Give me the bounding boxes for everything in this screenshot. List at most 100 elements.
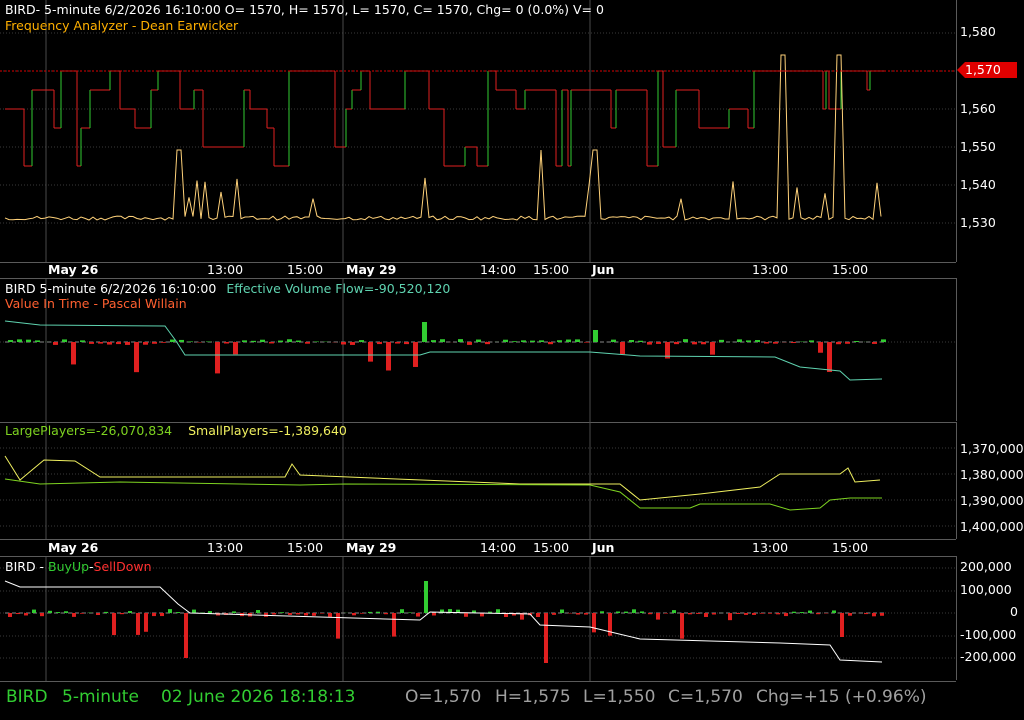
- buyup-selldown-bar: [664, 613, 668, 614]
- buyup-selldown-bar: [352, 613, 356, 616]
- buyup-selldown-bar: [376, 611, 380, 613]
- buyup-selldown-bar: [464, 613, 468, 617]
- date-label: 15:00: [287, 262, 324, 277]
- date-label: May 29: [346, 262, 397, 277]
- status-change: Chg=+15 (+0.96%): [756, 687, 927, 707]
- date-label: 15:00: [832, 262, 869, 277]
- buyup-selldown-bar: [56, 612, 60, 613]
- volume-bar: [539, 340, 544, 342]
- y-tick-1400000: 1,400,000: [960, 519, 1024, 534]
- buyup-label: BuyUp: [48, 559, 90, 574]
- buyup-selldown-bar: [808, 610, 812, 613]
- volume-bar: [692, 342, 697, 345]
- large-players-value: LargePlayers=-26,070,834: [5, 423, 173, 438]
- volume-bar: [611, 339, 616, 342]
- y-tick-200000: 200,000: [960, 559, 1012, 574]
- selldown-label: SellDown: [93, 559, 152, 574]
- buyup-selldown-bar: [584, 613, 588, 615]
- volume-flow-y-axis[interactable]: [956, 278, 1024, 421]
- date-label: 13:00: [207, 262, 244, 277]
- volume-bar: [683, 339, 688, 342]
- volume-bar: [143, 342, 148, 345]
- buyup-selldown-bar: [120, 613, 124, 615]
- volume-bar: [485, 342, 490, 345]
- frequency-analyzer-line: [4, 54, 882, 221]
- volume-bar: [638, 340, 643, 342]
- volume-bar: [656, 342, 661, 344]
- buyup-selldown-bar: [864, 613, 868, 615]
- volume-bar: [557, 340, 562, 342]
- date-label: May 26: [48, 262, 99, 277]
- buyup-selldown-bar: [392, 613, 396, 637]
- volume-bar: [467, 342, 472, 345]
- players-pane[interactable]: LargePlayers=-26,070,834 SmallPlayers=-1…: [0, 422, 956, 540]
- date-label: 14:00: [480, 262, 517, 277]
- volume-bar: [98, 342, 103, 344]
- buyup-selldown-bar: [624, 611, 628, 613]
- price-pane[interactable]: BIRD- 5-minute 6/2/2026 16:10:00 O= 1570…: [0, 0, 956, 263]
- volume-bar: [773, 342, 778, 344]
- buyup-selldown-bar: [360, 613, 364, 614]
- volume-bar: [503, 339, 508, 342]
- y-tick-minus-100000: -100,000: [960, 627, 1017, 642]
- volume-bar: [359, 340, 364, 342]
- volume-bar: [368, 342, 373, 362]
- large-players-line: [4, 478, 882, 511]
- volume-bar: [575, 339, 580, 342]
- volume-bar: [809, 340, 814, 342]
- volume-bar: [179, 339, 184, 342]
- buyup-selldown-bar: [696, 613, 700, 614]
- buyup-selldown-bar: [296, 613, 300, 615]
- buyup-selldown-bar: [432, 613, 436, 616]
- date-axis-top: May 26 13:00 15:00 May 29 14:00 15:00 Ju…: [0, 262, 956, 278]
- volume-bar: [395, 342, 400, 344]
- buyup-selldown-bar: [576, 613, 580, 615]
- volume-bar: [818, 342, 823, 353]
- volume-bar: [305, 342, 310, 344]
- volume-bar: [548, 342, 553, 345]
- indicator-title-frequency: Frequency Analyzer - Dean Earwicker: [5, 18, 239, 33]
- buyup-selldown-bar: [112, 613, 116, 636]
- volume-bar: [233, 342, 238, 355]
- small-players-line: [4, 455, 881, 501]
- y-tick-1380000: 1,380,000: [960, 467, 1024, 482]
- last-price-flag: 1,570: [957, 62, 1017, 78]
- buyup-selldown-bar: [8, 613, 12, 617]
- volume-bar: [278, 340, 283, 342]
- volume-flow-pane[interactable]: BIRD 5-minute 6/2/2026 16:10:00 Effectiv…: [0, 278, 956, 423]
- buyup-selldown-bar: [648, 613, 652, 615]
- buyup-selldown-bar: [424, 581, 428, 613]
- volume-bar: [791, 342, 796, 344]
- volume-bar: [251, 340, 256, 342]
- status-interval: 5-minute: [62, 687, 139, 707]
- buyup-selldown-bar: [144, 613, 148, 632]
- buyup-selldown-bar: [64, 611, 68, 613]
- buyup-selldown-bar: [656, 613, 660, 620]
- volume-bar: [350, 342, 355, 345]
- volume-bar: [521, 340, 526, 342]
- buyup-selldown-bar: [752, 613, 756, 615]
- buyup-selldown-bar: [552, 613, 556, 615]
- status-open: O=1,570: [405, 687, 482, 707]
- y-tick-minus-200000: -200,000: [960, 649, 1017, 664]
- buyup-selldown-bar: [728, 613, 732, 621]
- volume-bar: [269, 342, 274, 344]
- buyup-selldown-bar: [688, 613, 692, 615]
- buyup-selldown-bar: [760, 613, 764, 614]
- volume-bar: [287, 339, 292, 342]
- volume-bar: [431, 340, 436, 342]
- status-bar: BIRD 5-minute 02 June 2026 18:18:13 O=1,…: [0, 682, 1024, 720]
- volume-bar: [188, 341, 193, 342]
- buyup-selldown-bar: [536, 613, 540, 617]
- buyup-selldown-bar: [792, 611, 796, 613]
- date-label: May 29: [346, 540, 397, 555]
- effective-volume-flow-value: Effective Volume Flow=-90,520,120: [226, 281, 451, 296]
- y-tick-0: 0: [1010, 604, 1018, 619]
- date-label: 14:00: [480, 540, 517, 555]
- date-label: Jun: [592, 540, 615, 555]
- buyup-selldown-bar: [104, 611, 108, 613]
- buyup-selldown-pane[interactable]: BIRD - BuyUp-SellDown: [0, 556, 956, 682]
- volume-bar: [836, 342, 841, 345]
- volume-bar: [296, 340, 301, 342]
- volume-bar: [440, 339, 445, 342]
